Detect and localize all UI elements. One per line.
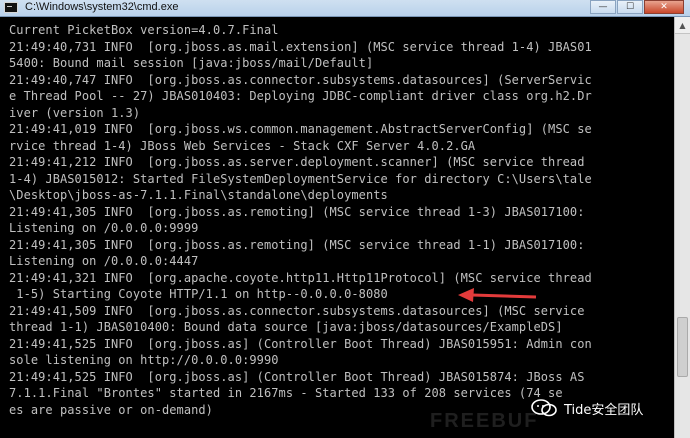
vertical-scrollbar[interactable]: ▲: [674, 17, 690, 438]
console-line: sole listening on http://0.0.0.0:9990: [9, 353, 279, 367]
console-line: \Desktop\jboss-as-7.1.1.Final\standalone…: [9, 188, 388, 202]
console-line: Listening on /0.0.0.0:4447: [9, 254, 199, 268]
console-icon: [4, 2, 18, 13]
console-line: 21:49:41,321 INFO [org.apache.coyote.htt…: [9, 270, 592, 285]
console-line: 21:49:41,305 INFO [org.jboss.as.remoting…: [9, 204, 585, 219]
console-line: 21:49:40,731 INFO [org.jboss.as.mail.ext…: [9, 39, 592, 54]
scroll-up-icon[interactable]: ▲: [675, 17, 690, 34]
console-output[interactable]: Current PicketBox version=4.0.7.Final 21:…: [2, 18, 674, 438]
console-line: 1-4) JBAS015012: Started FileSystemDeplo…: [9, 171, 592, 186]
console-line: thread 1-1) JBAS010400: Bound data sourc…: [9, 320, 563, 334]
console-line: e Thread Pool -- 27) JBAS010403: Deployi…: [9, 89, 592, 103]
watermark: Tide安全团队: [530, 398, 643, 418]
scrollbar-thumb[interactable]: [677, 317, 688, 377]
console-line: 21:49:41,509 INFO [org.jboss.as.connecto…: [9, 303, 585, 318]
title-bar[interactable]: C:\Windows\system32\cmd.exe — ☐ ✕: [0, 0, 690, 17]
console-line: Current PicketBox version=4.0.7.Final: [9, 23, 279, 37]
console-line: 21:49:41,305 INFO [org.jboss.as.remoting…: [9, 237, 585, 252]
red-arrow-icon: [458, 288, 537, 302]
console-line: Listening on /0.0.0.0:9999: [9, 221, 199, 235]
console-line: 21:49:41,019 INFO [org.jboss.ws.common.m…: [9, 122, 592, 136]
watermark-text: Tide安全团队: [564, 402, 644, 418]
minimize-button[interactable]: —: [590, 0, 616, 14]
window-controls: — ☐ ✕: [589, 0, 684, 16]
maximize-button[interactable]: ☐: [617, 0, 643, 14]
console-line: 21:49:41,212 INFO [org.jboss.as.server.d…: [9, 155, 585, 169]
window-title: C:\Windows\system32\cmd.exe: [25, 1, 179, 13]
close-button[interactable]: ✕: [644, 0, 684, 14]
console-line: iver (version 1.3): [9, 105, 141, 120]
watermark-faint: FREEBUF: [430, 410, 539, 432]
console-line: 21:49:40,747 INFO [org.jboss.as.connecto…: [9, 72, 592, 87]
console-line: 21:49:41,525 INFO [org.jboss.as] (Contro…: [9, 336, 592, 351]
console-line: rvice thread 1-4) JBoss Web Services - S…: [9, 138, 476, 153]
console-line: 5400: Bound mail session [java:jboss/mai…: [9, 56, 374, 70]
cmd-window: C:\Windows\system32\cmd.exe — ☐ ✕ Curren…: [0, 0, 690, 438]
console-line: 1-5) Starting Coyote HTTP/1.1 on http--0…: [9, 287, 388, 301]
wechat-icon: [531, 399, 557, 417]
console-line: 21:49:41,525 INFO [org.jboss.as] (Contro…: [9, 369, 585, 384]
